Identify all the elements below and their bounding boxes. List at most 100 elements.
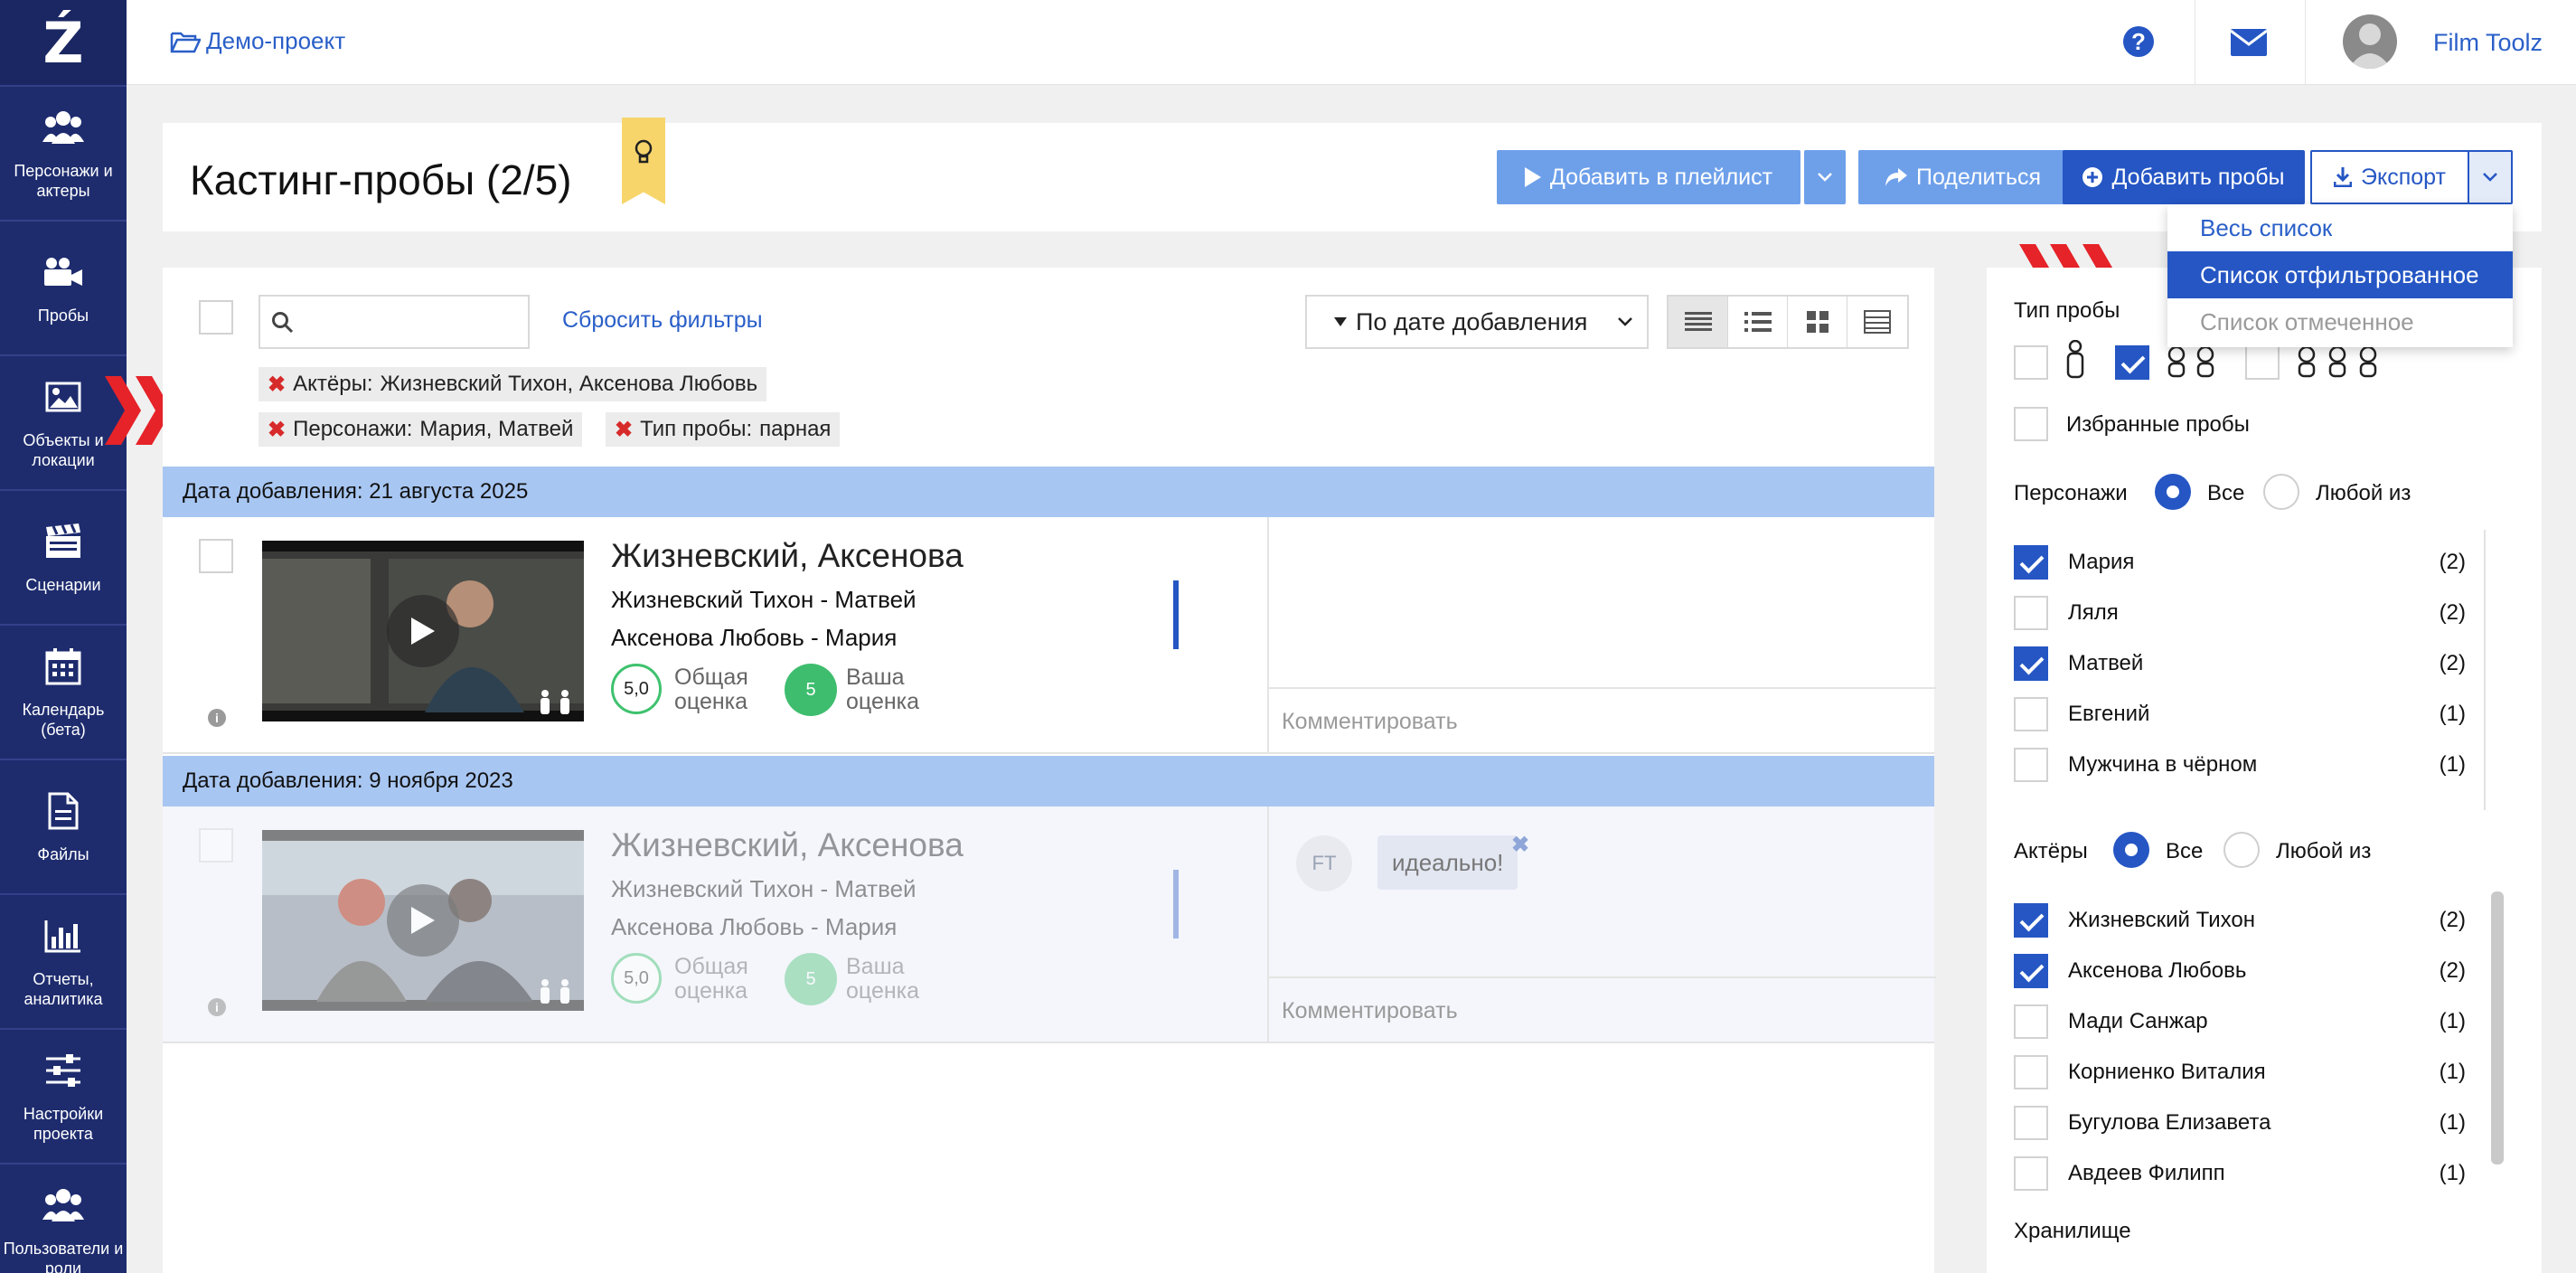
avatar[interactable]: [2343, 14, 2397, 69]
actor-checkbox[interactable]: [2014, 1004, 2048, 1039]
pair-people-icon: [2167, 345, 2214, 378]
reset-filters-link[interactable]: Сбросить фильтры: [562, 307, 763, 334]
actors-all-radio[interactable]: [2113, 832, 2149, 868]
export-button[interactable]: Экспорт: [2310, 150, 2469, 204]
play-icon[interactable]: [387, 884, 459, 957]
view-grid-icon[interactable]: [1788, 297, 1847, 347]
character-checkbox[interactable]: [2014, 646, 2048, 681]
sidebar-item-users[interactable]: Пользователи и роли: [0, 1165, 127, 1273]
actors-any-radio[interactable]: [2223, 832, 2260, 868]
sort-select[interactable]: По дате добавления: [1305, 295, 1649, 349]
character-item[interactable]: Матвей (2): [2014, 638, 2466, 689]
project-name: Демо-проект: [206, 27, 346, 54]
playlist-dropdown-button[interactable]: [1804, 150, 1846, 204]
share-button[interactable]: Поделиться: [1858, 150, 2068, 204]
view-list-detailed-icon[interactable]: [1669, 297, 1728, 347]
add-tests-button[interactable]: Добавить пробы: [2063, 150, 2305, 204]
search-input[interactable]: [259, 295, 530, 349]
character-checkbox[interactable]: [2014, 545, 2048, 580]
character-item[interactable]: Евгений (1): [2014, 689, 2466, 740]
actors-scrollbar[interactable]: [2491, 891, 2504, 1165]
play-icon[interactable]: [387, 595, 459, 667]
video-thumbnail[interactable]: [262, 830, 584, 1011]
select-all-checkbox[interactable]: [199, 300, 233, 335]
sidebar-label: Пользователи и роли: [3, 1239, 124, 1273]
view-list-icon[interactable]: [1728, 297, 1788, 347]
favorites-checkbox[interactable]: [2014, 407, 2048, 441]
sidebar-item-scripts[interactable]: Сценарии: [0, 491, 127, 626]
sidebar-item-reports[interactable]: Отчеты, аналитика: [0, 895, 127, 1030]
help-icon[interactable]: ?: [2122, 25, 2155, 64]
pair-people-icon: [541, 690, 569, 714]
add-to-playlist-button[interactable]: Добавить в плейлист: [1497, 150, 1800, 204]
actor-item[interactable]: Жизневский Тихон (2): [2014, 895, 2466, 946]
info-icon[interactable]: i: [208, 998, 226, 1016]
character-count: (1): [2439, 752, 2466, 777]
your-score[interactable]: 5: [785, 953, 837, 1005]
character-item[interactable]: Ляля (2): [2014, 588, 2466, 638]
app-logo[interactable]: Ź: [0, 0, 127, 87]
type-solo-checkbox[interactable]: [2014, 345, 2048, 380]
sidebar-item-calendar[interactable]: Календарь (бета): [0, 626, 127, 760]
actor-item[interactable]: Аксенова Любовь (2): [2014, 946, 2466, 996]
status-bar: [1173, 580, 1179, 649]
delete-comment-icon[interactable]: ✖: [1511, 832, 1529, 858]
folder-open-icon: [170, 32, 201, 52]
character-item[interactable]: Мария (2): [2014, 537, 2466, 588]
view-table-icon[interactable]: [1847, 297, 1907, 347]
chevron-down-icon: [1618, 317, 1632, 326]
type-group-checkbox[interactable]: [2245, 345, 2280, 380]
characters-any-radio[interactable]: [2263, 474, 2299, 510]
video-thumbnail[interactable]: [262, 541, 584, 721]
actor-role-line: Аксенова Любовь - Мария: [611, 624, 898, 651]
character-count: (2): [2439, 651, 2466, 675]
export-menu-item-checked[interactable]: Список отмеченное: [2167, 298, 2513, 345]
mail-icon[interactable]: [2230, 29, 2268, 62]
row-checkbox[interactable]: [199, 539, 233, 573]
comment-input[interactable]: Комментировать: [1269, 976, 1936, 1043]
hint-bookmark[interactable]: [622, 118, 665, 204]
remove-chip-icon[interactable]: ✖: [268, 417, 286, 443]
actor-item[interactable]: Мади Санжар (1): [2014, 996, 2466, 1047]
export-menu-item-all[interactable]: Весь список: [2167, 204, 2513, 251]
sidebar-item-settings[interactable]: Настройки проекта: [0, 1030, 127, 1165]
actor-item[interactable]: Корниенко Виталия (1): [2014, 1047, 2466, 1098]
overall-score: 5,0: [611, 953, 662, 1004]
actor-name: Жизневский Тихон: [2068, 908, 2255, 932]
characters-all-radio[interactable]: [2155, 474, 2191, 510]
info-icon[interactable]: i: [208, 709, 226, 727]
actor-checkbox[interactable]: [2014, 1156, 2048, 1191]
actor-item[interactable]: Бугулова Елизавета (1): [2014, 1098, 2466, 1148]
users-icon: [42, 1184, 84, 1226]
comment-input[interactable]: Комментировать: [1269, 687, 1936, 754]
filters-panel: Тип пробы Избранные пробы Персонажи Все …: [1987, 268, 2542, 1273]
actor-checkbox[interactable]: [2014, 954, 2048, 988]
username[interactable]: Film Toolz: [2433, 29, 2543, 57]
your-score[interactable]: 5: [785, 664, 837, 716]
sidebar-item-files[interactable]: Файлы: [0, 760, 127, 895]
remove-chip-icon[interactable]: ✖: [615, 417, 633, 443]
row-checkbox[interactable]: [199, 828, 233, 863]
export-dropdown-button[interactable]: [2468, 150, 2513, 204]
export-menu-item-filtered[interactable]: Список отфильтрованное: [2167, 251, 2513, 298]
character-checkbox[interactable]: [2014, 748, 2048, 782]
sidebar-item-tests[interactable]: Пробы: [0, 222, 127, 356]
add-tests-label: Добавить пробы: [2111, 164, 2285, 190]
actors-all-label: Все: [2166, 839, 2204, 863]
actor-checkbox[interactable]: [2014, 1055, 2048, 1089]
actor-item[interactable]: Авдеев Филипп (1): [2014, 1148, 2466, 1199]
test-title[interactable]: Жизневский, Аксенова: [611, 826, 964, 864]
project-link[interactable]: Демо-проект: [170, 27, 345, 55]
sliders-icon: [42, 1050, 84, 1091]
actor-checkbox[interactable]: [2014, 903, 2048, 938]
sidebar-item-characters[interactable]: Персонажи и актеры: [0, 87, 127, 222]
remove-chip-icon[interactable]: ✖: [268, 372, 286, 398]
actor-checkbox[interactable]: [2014, 1106, 2048, 1140]
chip-key: Тип пробы:: [640, 417, 753, 441]
type-pair-checkbox[interactable]: [2115, 345, 2149, 380]
test-title[interactable]: Жизневский, Аксенова: [611, 537, 964, 575]
character-checkbox[interactable]: [2014, 697, 2048, 731]
character-item[interactable]: Мужчина в чёрном (1): [2014, 740, 2466, 790]
character-checkbox[interactable]: [2014, 596, 2048, 630]
test-row: i Жизневский, Аксенова Жизневский Тихон …: [163, 517, 1936, 754]
